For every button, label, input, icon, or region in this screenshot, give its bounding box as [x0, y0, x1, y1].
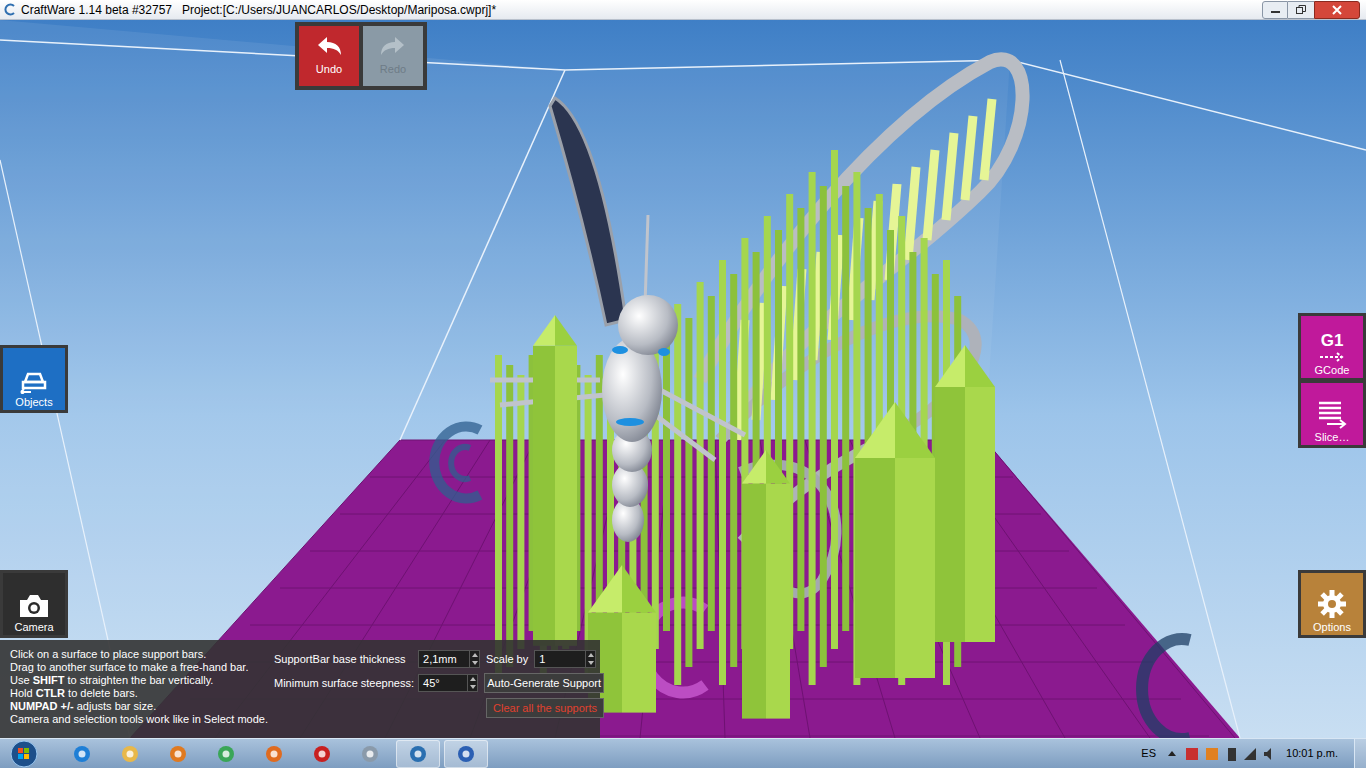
spin-down-icon[interactable] — [470, 659, 480, 667]
field-label: Minimum surface steepness: — [274, 675, 412, 692]
slice-button[interactable]: Slice… — [1298, 380, 1366, 448]
viewport[interactable]: UndoRedo Objects Camera G1GCodeSlice… Option… — [0, 20, 1366, 738]
taskbar-app[interactable] — [444, 740, 488, 768]
app-icon — [264, 744, 284, 764]
window-title: CraftWare 1.14 beta #32757 Project:[C:/U… — [21, 1, 1262, 19]
undo-button[interactable]: Undo — [299, 26, 359, 86]
help-line: NUMPAD +/- adjusts bar size. — [10, 700, 268, 713]
field-label: SupportBar base thickness — [274, 651, 412, 668]
slice-icon — [1315, 399, 1349, 429]
app: CraftWare 1.14 beta #32757 Project:[C:/U… — [0, 0, 1366, 768]
taskbar: ES 10:01 p.m. — [0, 738, 1366, 768]
support-prism — [742, 450, 790, 719]
help-line: Camera and selection tools work like in … — [10, 713, 268, 726]
undo-redo-toolbar: UndoRedo — [295, 22, 427, 90]
minimize-icon — [1271, 5, 1280, 14]
app-icon — [168, 744, 188, 764]
support-prism — [935, 345, 995, 642]
app-icon — [120, 744, 140, 764]
clock[interactable]: 10:01 p.m. — [1286, 745, 1338, 762]
close-icon — [1332, 5, 1342, 15]
taskbar-app[interactable] — [396, 740, 440, 768]
app-icon — [312, 744, 332, 764]
undo-icon — [314, 35, 344, 59]
app-icon — [72, 744, 92, 764]
support-prism — [533, 315, 577, 646]
support-settings: SupportBar base thickness 2,1mm Scale by 1 M… — [274, 648, 604, 730]
field-label: Scale by — [486, 651, 528, 668]
taskbar-app[interactable] — [156, 740, 200, 768]
export-arrow-icon — [1318, 352, 1346, 362]
taskbar-app[interactable] — [60, 740, 104, 768]
close-button[interactable] — [1314, 1, 1360, 19]
minimize-button[interactable] — [1262, 1, 1288, 19]
app-logo-icon — [4, 3, 17, 16]
show-desktop-button[interactable] — [1354, 739, 1366, 768]
start-button[interactable] — [0, 740, 48, 768]
support-panel: Click on a surface to place support bars… — [0, 640, 600, 738]
support-prism — [855, 402, 935, 678]
spin-down-icon[interactable] — [586, 659, 596, 667]
auto-generate-button[interactable]: Auto-Generate Support — [484, 673, 604, 693]
camera-icon — [18, 593, 50, 619]
help-line: Use SHIFT to straighten the bar vertical… — [10, 674, 268, 687]
spin-up-icon[interactable] — [586, 651, 596, 659]
app-icon — [408, 744, 428, 764]
objects-icon — [19, 368, 49, 394]
spin-down-icon[interactable] — [468, 683, 478, 691]
gcode-button[interactable]: G1GCode — [1298, 313, 1366, 381]
taskbar-app[interactable] — [300, 740, 344, 768]
options-button[interactable]: Options — [1298, 570, 1366, 638]
steepness-field[interactable]: 45° — [418, 674, 478, 692]
spin-up-icon[interactable] — [470, 651, 480, 659]
thickness-field[interactable]: 2,1mm — [418, 650, 480, 668]
spin-up-icon[interactable] — [468, 675, 478, 683]
tray-icons-icon[interactable] — [1166, 746, 1276, 762]
taskbar-app[interactable] — [348, 740, 392, 768]
help-text: Click on a surface to place support bars… — [10, 648, 268, 730]
language-indicator[interactable]: ES — [1141, 745, 1156, 762]
help-line: Hold CTLR to delete bars. — [10, 687, 268, 700]
maximize-button[interactable] — [1288, 1, 1314, 19]
clear-supports-button[interactable]: Clear all the supports — [486, 698, 604, 718]
objects-button[interactable]: Objects — [0, 345, 68, 413]
help-line: Drag to another surface to make a free-h… — [10, 661, 268, 674]
help-line: Click on a surface to place support bars… — [10, 648, 268, 661]
camera-button[interactable]: Camera — [0, 570, 68, 638]
windows-logo-icon — [10, 740, 38, 768]
scale-field[interactable]: 1 — [534, 650, 596, 668]
app-icon — [456, 744, 476, 764]
gear-icon — [1317, 589, 1347, 619]
window-controls — [1262, 1, 1360, 19]
redo-icon — [378, 35, 408, 59]
taskbar-app[interactable] — [252, 740, 296, 768]
redo-button[interactable]: Redo — [363, 26, 423, 86]
system-tray: ES 10:01 p.m. — [1141, 745, 1354, 762]
taskbar-apps — [60, 740, 488, 768]
app-icon — [216, 744, 236, 764]
title-bar: CraftWare 1.14 beta #32757 Project:[C:/U… — [0, 0, 1366, 20]
taskbar-app[interactable] — [204, 740, 248, 768]
restore-icon — [1296, 5, 1306, 14]
taskbar-app[interactable] — [108, 740, 152, 768]
viewport-scene[interactable] — [0, 20, 1366, 738]
app-icon — [360, 744, 380, 764]
